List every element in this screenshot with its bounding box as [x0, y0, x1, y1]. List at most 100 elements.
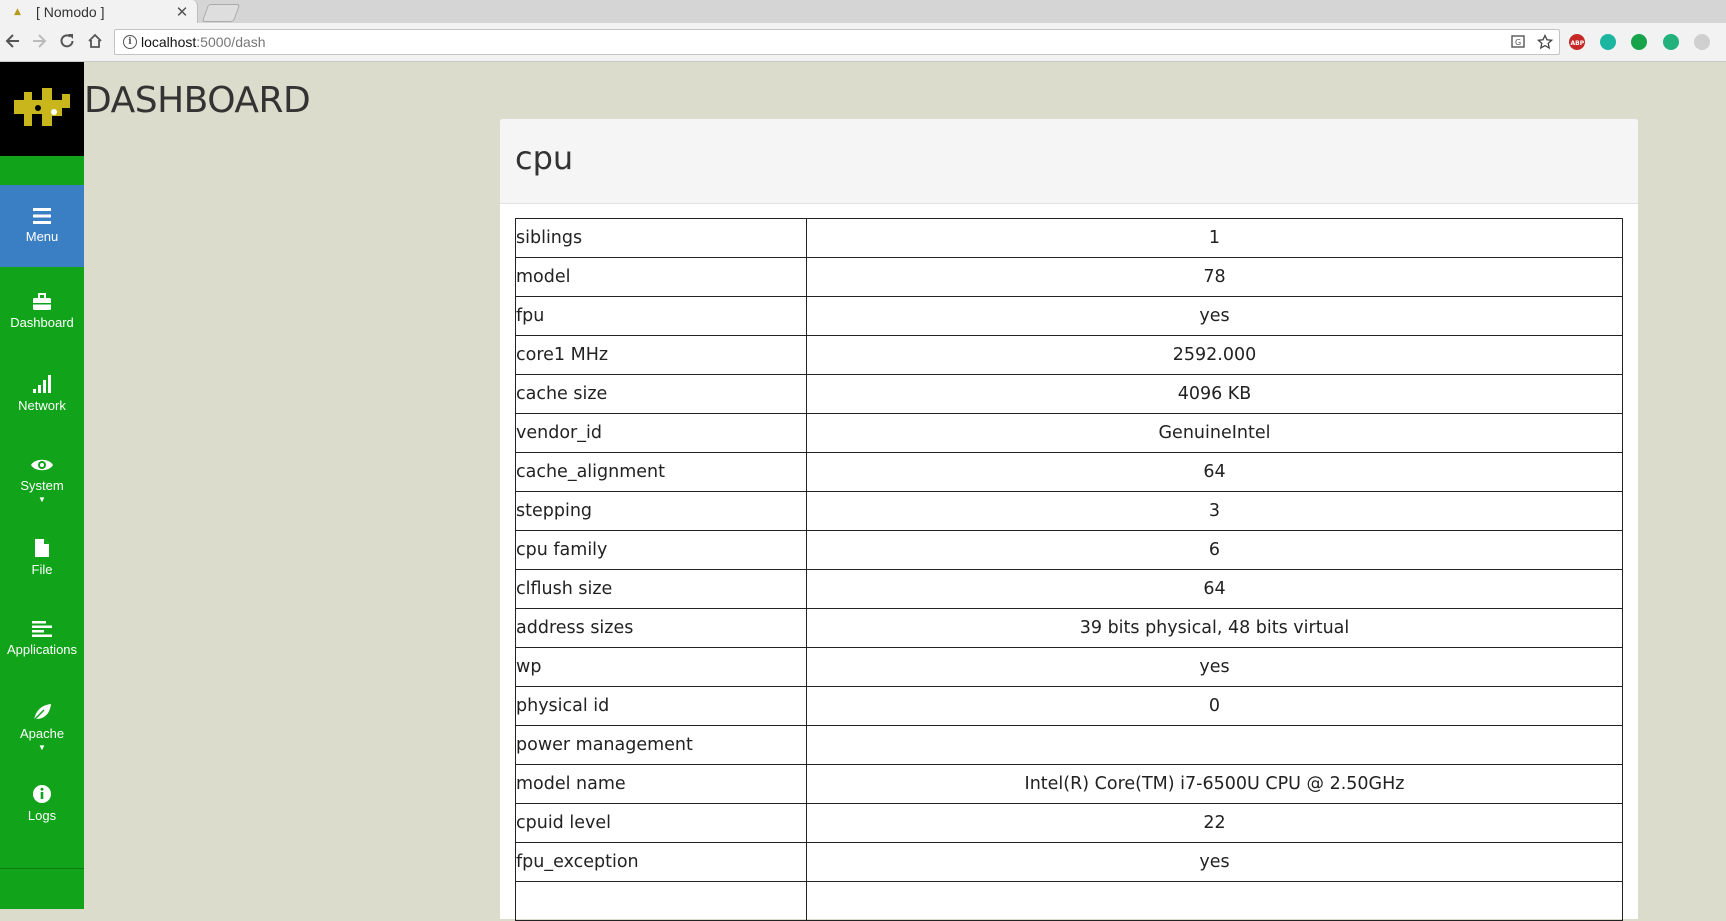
- extension-grammar-icon[interactable]: [1600, 34, 1616, 50]
- row-value: 6: [806, 530, 1623, 570]
- sidebar-item-label: System: [20, 478, 64, 493]
- row-value: GenuineIntel: [806, 413, 1623, 453]
- sidebar-item-dashboard[interactable]: Dashboard: [0, 293, 84, 375]
- row-value: [806, 725, 1623, 765]
- table-row: vendor_id GenuineIntel: [515, 413, 1623, 453]
- address-bar[interactable]: i localhost:5000/dash G: [114, 29, 1560, 55]
- sidebar-item-menu[interactable]: Menu: [0, 185, 84, 267]
- row-value: 39 bits physical, 48 bits virtual: [806, 608, 1623, 648]
- row-value: yes: [806, 296, 1623, 336]
- back-icon[interactable]: [3, 32, 23, 52]
- translate-icon[interactable]: G: [1511, 34, 1527, 54]
- sidebar-item-network[interactable]: Network: [0, 374, 84, 456]
- new-tab-button[interactable]: [201, 4, 241, 22]
- sidebar-item-label: Menu: [25, 229, 59, 244]
- row-key: fpu: [515, 296, 807, 336]
- table-row: stepping 3: [515, 491, 1623, 531]
- home-icon[interactable]: [85, 32, 105, 52]
- row-key: clflush size: [515, 569, 807, 609]
- table-row: fpu yes: [515, 296, 1623, 336]
- row-key: cache_alignment: [515, 452, 807, 492]
- table-row: siblings 1: [515, 218, 1623, 258]
- row-key: [515, 881, 807, 921]
- row-key: address sizes: [515, 608, 807, 648]
- browser-tabstrip: ▲ [ Nomodo ] ✕: [0, 0, 1726, 24]
- sidebar: Menu Dashboard Network System ▼ File App…: [0, 62, 84, 909]
- sidebar-item-label: File: [31, 562, 53, 577]
- table-row: clflush size 64: [515, 569, 1623, 609]
- info-circle-icon: [33, 785, 51, 803]
- table-row: model 78: [515, 257, 1623, 297]
- chevron-down-icon: ▼: [38, 495, 46, 504]
- svg-text:G: G: [1515, 38, 1521, 47]
- sidebar-item-apache[interactable]: Apache ▼: [0, 702, 84, 784]
- row-value: yes: [806, 842, 1623, 882]
- table-row: cpu family 6: [515, 530, 1623, 570]
- extension-chat-icon[interactable]: [1631, 34, 1647, 50]
- row-value: 4096 KB: [806, 374, 1623, 414]
- page-title: DASHBOARD: [84, 80, 311, 121]
- row-key: cache size: [515, 374, 807, 414]
- row-key: cpuid level: [515, 803, 807, 843]
- row-key: vendor_id: [515, 413, 807, 453]
- reload-icon[interactable]: [57, 32, 77, 52]
- card-header: cpu: [500, 119, 1638, 204]
- table-row: model name Intel(R) Core(TM) i7-6500U CPU…: [515, 764, 1623, 804]
- adblock-icon[interactable]: ABP: [1569, 34, 1585, 50]
- sidebar-item-system[interactable]: System ▼: [0, 456, 84, 538]
- eye-icon: [31, 459, 53, 471]
- sidebar-item-logs[interactable]: Logs: [0, 784, 84, 866]
- sidebar-item-label: Dashboard: [10, 315, 74, 330]
- sidebar-divider: [0, 868, 84, 869]
- row-key: wp: [515, 647, 807, 687]
- url-text: localhost:5000/dash: [141, 34, 266, 50]
- table-row: physical id 0: [515, 686, 1623, 726]
- row-value: 0: [806, 686, 1623, 726]
- forward-icon[interactable]: [29, 32, 49, 52]
- signal-bars-icon: [33, 375, 51, 393]
- row-key: power management: [515, 725, 807, 765]
- browser-toolbar: i localhost:5000/dash G ABP: [0, 23, 1726, 62]
- sidebar-item-label: Apache: [19, 726, 65, 741]
- cpu-card: cpu siblings 1 model 78 fpu yes core1 MHz 25…: [500, 119, 1638, 921]
- row-value: 3: [806, 491, 1623, 531]
- row-value: [806, 881, 1623, 921]
- extension-misc-icon[interactable]: [1694, 34, 1710, 50]
- sidebar-item-label: Network: [18, 398, 66, 413]
- favicon-icon: ▲: [14, 7, 21, 17]
- sidebar-item-label: Logs: [27, 808, 57, 823]
- tab-close-icon[interactable]: ✕: [173, 3, 191, 21]
- card-title: cpu: [515, 139, 574, 177]
- sidebar-item-label: Applications: [6, 642, 78, 657]
- row-key: stepping: [515, 491, 807, 531]
- extension-message-icon[interactable]: [1663, 34, 1679, 50]
- sidebar-item-file[interactable]: File: [0, 538, 84, 620]
- site-info-icon[interactable]: i: [123, 35, 137, 49]
- table-row: fpu_exception yes: [515, 842, 1623, 882]
- row-value: 22: [806, 803, 1623, 843]
- chevron-down-icon: ▼: [38, 743, 46, 752]
- url-host: localhost: [141, 34, 197, 50]
- browser-tab[interactable]: ▲ [ Nomodo ] ✕: [0, 0, 198, 24]
- table-row: cache size 4096 KB: [515, 374, 1623, 414]
- row-value: Intel(R) Core(TM) i7-6500U CPU @ 2.50GHz: [806, 764, 1623, 804]
- row-value: 64: [806, 569, 1623, 609]
- row-value: 2592.000: [806, 335, 1623, 375]
- table-row: address sizes 39 bits physical, 48 bits v…: [515, 608, 1623, 648]
- row-value: 78: [806, 257, 1623, 297]
- table-row: [515, 881, 1623, 921]
- logo[interactable]: [0, 62, 84, 156]
- row-key: siblings: [515, 218, 807, 258]
- svg-text:ABP: ABP: [1571, 40, 1585, 47]
- logo-puzzle-icon: [14, 88, 70, 126]
- row-key: model name: [515, 764, 807, 804]
- table-row: cache_alignment 64: [515, 452, 1623, 492]
- tab-title: [ Nomodo ]: [36, 4, 105, 20]
- row-key: core1 MHz: [515, 335, 807, 375]
- briefcase-icon: [33, 293, 51, 310]
- sidebar-item-applications[interactable]: Applications: [0, 620, 84, 702]
- bookmark-star-icon[interactable]: [1536, 33, 1554, 54]
- table-row: power management: [515, 725, 1623, 765]
- row-key: physical id: [515, 686, 807, 726]
- row-key: fpu_exception: [515, 842, 807, 882]
